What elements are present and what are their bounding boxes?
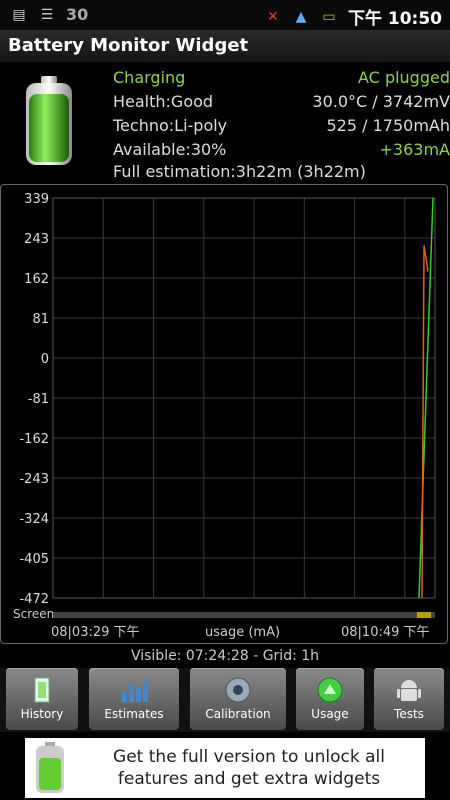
screen-label: Screen <box>13 607 54 621</box>
tests-button[interactable]: Tests <box>374 668 444 730</box>
charging-status: Charging <box>113 68 186 87</box>
calibration-icon <box>225 677 251 703</box>
y-tick-label: -324 <box>19 512 49 527</box>
chart-grid <box>52 197 436 599</box>
usage-button[interactable]: Usage <box>296 668 364 730</box>
estimates-label: Estimates <box>104 707 164 721</box>
y-tick-label: 0 <box>41 352 49 367</box>
y-tick-label: -472 <box>19 592 49 607</box>
capacity-value: 525 / 1750mAh <box>326 116 450 135</box>
history-label: History <box>20 707 64 721</box>
plugged-status: AC plugged <box>358 68 450 87</box>
app-title-bar: Battery Monitor Widget <box>0 30 450 62</box>
upgrade-ad-banner[interactable]: Get the full version to unlock all featu… <box>25 738 425 798</box>
x-start-label: 08|03:29 下午 <box>51 625 140 640</box>
y-tick-label: -162 <box>19 432 49 447</box>
android-icon <box>397 680 421 701</box>
screen-on-marker <box>417 612 431 618</box>
y-tick-label: 162 <box>24 272 49 287</box>
screen-timeline <box>53 612 435 618</box>
estimates-button[interactable]: Estimates <box>89 668 179 730</box>
history-icon <box>34 677 50 703</box>
menu-list-icon: ☰ <box>40 6 54 23</box>
y-tick-label: 81 <box>32 312 49 327</box>
y-tick-label: -243 <box>19 472 49 487</box>
y-tick-label: -81 <box>28 392 49 407</box>
y-axis-ticks: 339 243 162 81 0 -81 -162 -243 -324 -405 -472 <box>19 192 49 607</box>
sd-card-icon: ✕ <box>267 8 279 25</box>
y-tick-label: 339 <box>24 192 49 207</box>
app-title: Battery Monitor Widget <box>8 35 249 56</box>
tests-label: Tests <box>394 707 424 721</box>
ad-text: Get the full version to unlock all featu… <box>113 747 385 789</box>
status-bar: ▤ ☰ 30 ✕ ▲ ▭ 下午 10:50 <box>0 0 450 30</box>
usage-graph-panel[interactable]: 339 243 162 81 0 -81 -162 -243 -324 -405 -472 Scre… <box>0 184 448 644</box>
bottom-toolbar: History Estimates Calibration Usage Test… <box>0 668 450 732</box>
ad-battery-icon <box>36 742 64 793</box>
usage-icon <box>317 677 343 703</box>
calibration-label: Calibration <box>205 707 271 721</box>
techno-label: Techno:Li-poly <box>113 116 228 135</box>
y-tick-label: 243 <box>24 232 49 247</box>
x-end-label: 08|10:49 下午 <box>341 625 430 640</box>
health-label: Health:Good <box>113 92 214 111</box>
available-label: Available:30% <box>113 140 227 159</box>
y-tick-label: -405 <box>19 552 49 567</box>
battery-status-icon: ▭ <box>322 8 336 25</box>
x-axis-title: usage (mA) <box>205 625 280 640</box>
temp-voltage: 30.0°C / 3742mV <box>312 92 450 111</box>
history-button[interactable]: History <box>6 668 78 730</box>
usage-label: Usage <box>311 707 349 721</box>
battery-icon <box>26 76 72 165</box>
visible-range-text: Visible: 07:24:28 - Grid: 1h <box>130 648 320 664</box>
signal-icon: ▲ <box>295 8 307 25</box>
clock: 下午 10:50 <box>347 9 442 29</box>
notification-icon: ▤ <box>12 6 26 23</box>
estimates-icon <box>122 680 148 702</box>
calibration-button[interactable]: Calibration <box>190 668 286 730</box>
usage-chart[interactable]: 339 243 162 81 0 -81 -162 -243 -324 -405 -472 Scre… <box>1 185 447 643</box>
current-value: +363mA <box>379 140 450 159</box>
battery-info-panel: Charging AC plugged Health:Good 30.0°C /… <box>0 62 450 184</box>
full-estimation: Full estimation:3h22m (3h22m) <box>113 162 366 181</box>
notification-number: 30 <box>66 5 89 24</box>
